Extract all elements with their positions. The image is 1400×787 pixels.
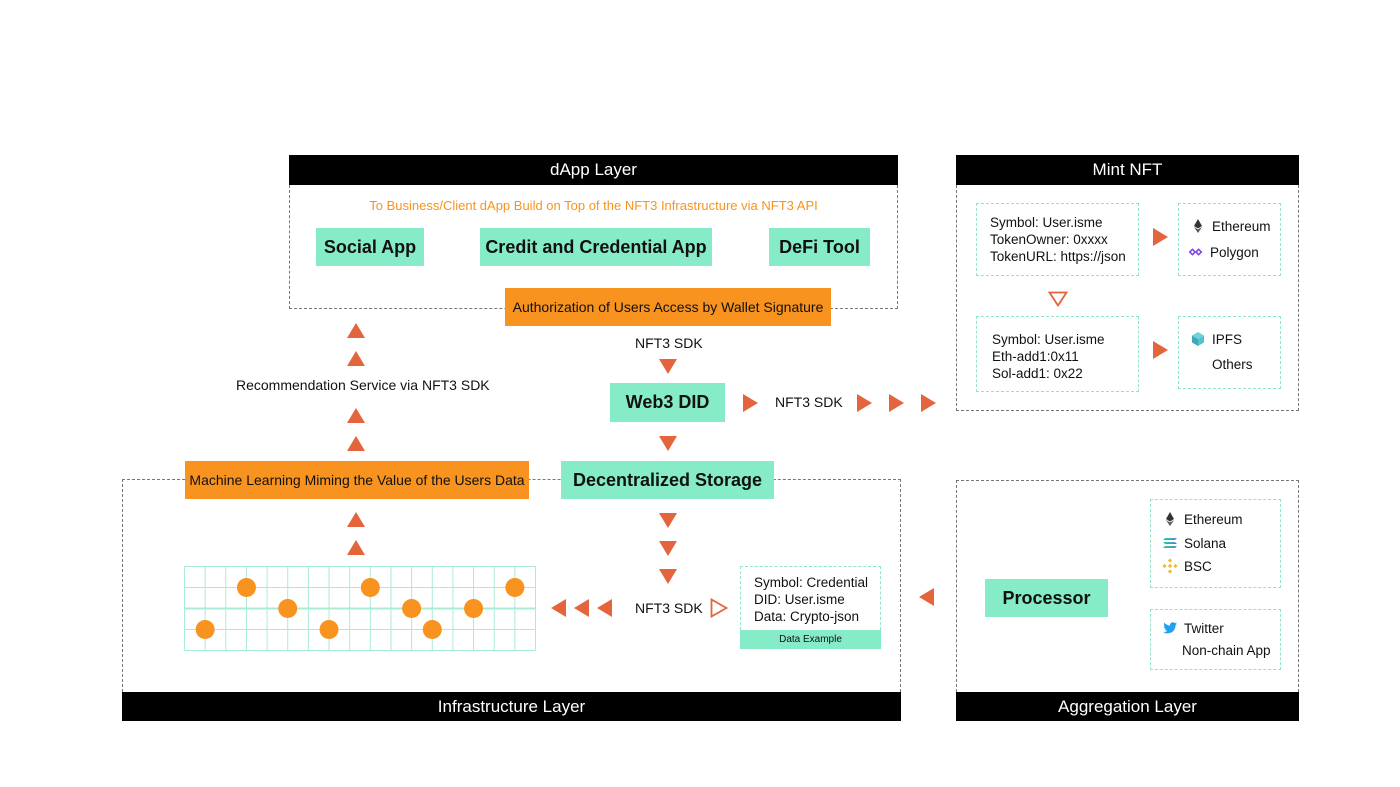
app-label: Non-chain App xyxy=(1182,643,1271,658)
nft-address-text: Symbol: User.isme Eth-add1:0x11 Sol-add1… xyxy=(992,331,1105,382)
chain-box-1 xyxy=(1178,203,1281,276)
twitter-icon xyxy=(1163,622,1177,634)
chain-box-2 xyxy=(1178,316,1281,389)
chain-label: Ethereum xyxy=(1184,511,1243,527)
address-line: Symbol: User.isme xyxy=(992,332,1105,347)
agg-app-non-chain: Non-chain App xyxy=(1182,643,1271,658)
agg-chain-ethereum: Ethereum xyxy=(1162,511,1243,527)
arrow-down-outline-icon xyxy=(1047,291,1069,312)
credit-credential-app-box: Credit and Credential App xyxy=(480,228,712,266)
solana-icon xyxy=(1163,538,1177,548)
arrow-left-icon xyxy=(919,588,934,606)
infrastructure-layer-title: Infrastructure Layer xyxy=(437,696,586,716)
data-dot xyxy=(319,620,339,639)
recommendation-label: Recommendation Service via NFT3 SDK xyxy=(236,377,490,393)
chain-label: IPFS xyxy=(1212,331,1243,347)
arrow-down-icon xyxy=(659,541,677,556)
arrow-left-icon xyxy=(597,599,612,617)
chain-label: Polygon xyxy=(1210,244,1259,260)
arrow-left-icon xyxy=(551,599,566,617)
agg-chain-solana: Solana xyxy=(1162,535,1226,551)
data-dot xyxy=(422,620,442,639)
data-grid xyxy=(184,566,536,651)
web3-did-box: Web3 DID xyxy=(610,383,725,422)
arrow-up-icon xyxy=(347,540,365,555)
agg-chain-bsc: BSC xyxy=(1162,558,1212,574)
arrow-up-icon xyxy=(347,323,365,338)
arrow-right-icon xyxy=(1153,341,1168,359)
dapp-layer-title: dApp Layer xyxy=(550,160,637,179)
arrow-up-icon xyxy=(347,436,365,451)
data-dot xyxy=(505,578,525,597)
arrow-right-icon xyxy=(743,394,758,412)
dapp-subtitle: To Business/Client dApp Build on Top of … xyxy=(369,198,818,213)
chain-ipfs: IPFS xyxy=(1190,331,1242,347)
sdk-label-top: NFT3 SDK xyxy=(635,335,703,351)
infrastructure-layer-header: Infrastructure Layer xyxy=(122,692,901,721)
bsc-icon xyxy=(1162,558,1178,574)
decentralized-storage-box: Decentralized Storage xyxy=(561,461,774,499)
ethereum-icon xyxy=(1194,219,1202,233)
ipfs-icon xyxy=(1192,332,1204,346)
app-label: Twitter xyxy=(1184,620,1224,636)
data-dot xyxy=(236,578,256,597)
arrow-right-icon xyxy=(921,394,936,412)
arrow-right-icon xyxy=(857,394,872,412)
chain-polygon: Polygon xyxy=(1188,244,1259,260)
dapp-layer-header: dApp Layer xyxy=(289,155,898,185)
arrow-up-icon xyxy=(347,351,365,366)
arrow-down-icon xyxy=(659,436,677,451)
machine-learning-box: Machine Learning Miming the Value of the… xyxy=(185,461,529,499)
address-line: Sol-add1: 0x22 xyxy=(992,366,1083,381)
aggregation-apps-box xyxy=(1150,609,1281,670)
metadata-line: Symbol: User.isme xyxy=(990,215,1103,230)
data-example-text: Symbol: Credential DID: User.isme Data: … xyxy=(754,574,868,625)
agg-app-twitter: Twitter xyxy=(1162,620,1224,636)
sdk-label-bottom: NFT3 SDK xyxy=(635,600,703,616)
ethereum-icon xyxy=(1166,512,1174,526)
processor-box: Processor xyxy=(985,579,1108,617)
data-example-caption: Data Example xyxy=(740,630,881,649)
aggregation-layer-title: Aggregation Layer xyxy=(1058,696,1197,716)
sdk-label-right: NFT3 SDK xyxy=(775,394,843,410)
nft-metadata-text: Symbol: User.isme TokenOwner: 0xxxx Toke… xyxy=(990,214,1126,265)
arrow-left-icon xyxy=(574,599,589,617)
chain-others: Others xyxy=(1212,357,1253,372)
data-example-line: Symbol: Credential xyxy=(754,575,869,590)
aggregation-layer-header: Aggregation Layer xyxy=(956,692,1299,721)
metadata-line: TokenOwner: 0xxxx xyxy=(990,232,1108,247)
arrow-down-icon xyxy=(659,569,677,584)
metadata-line: TokenURL: https://json xyxy=(990,249,1126,264)
data-dot xyxy=(195,620,215,639)
chain-label: Others xyxy=(1212,357,1253,372)
arrow-down-icon xyxy=(659,513,677,528)
arrow-right-icon xyxy=(1153,228,1168,246)
address-line: Eth-add1:0x11 xyxy=(992,349,1079,364)
data-example-line: Data: Crypto-json xyxy=(754,609,860,624)
chain-label: BSC xyxy=(1184,558,1212,574)
data-dot xyxy=(360,578,380,597)
polygon-icon xyxy=(1188,248,1203,256)
chain-ethereum: Ethereum xyxy=(1190,218,1271,234)
defi-tool-box: DeFi Tool xyxy=(769,228,870,266)
data-dot xyxy=(278,599,298,618)
mint-nft-title: Mint NFT xyxy=(1092,160,1163,179)
arrow-right-outline-icon xyxy=(710,597,729,623)
data-example-line: DID: User.isme xyxy=(754,592,845,607)
authorization-box: Authorization of Users Access by Wallet … xyxy=(505,288,831,326)
chain-label: Ethereum xyxy=(1212,218,1271,234)
data-dot xyxy=(402,599,422,618)
chain-label: Solana xyxy=(1184,535,1227,551)
social-app-box: Social App xyxy=(316,228,424,266)
mint-nft-header: Mint NFT xyxy=(956,155,1299,185)
arrow-up-icon xyxy=(347,408,365,423)
arrow-up-icon xyxy=(347,512,365,527)
data-dot xyxy=(464,599,484,618)
arrow-right-icon xyxy=(889,394,904,412)
arrow-down-icon xyxy=(659,359,677,374)
